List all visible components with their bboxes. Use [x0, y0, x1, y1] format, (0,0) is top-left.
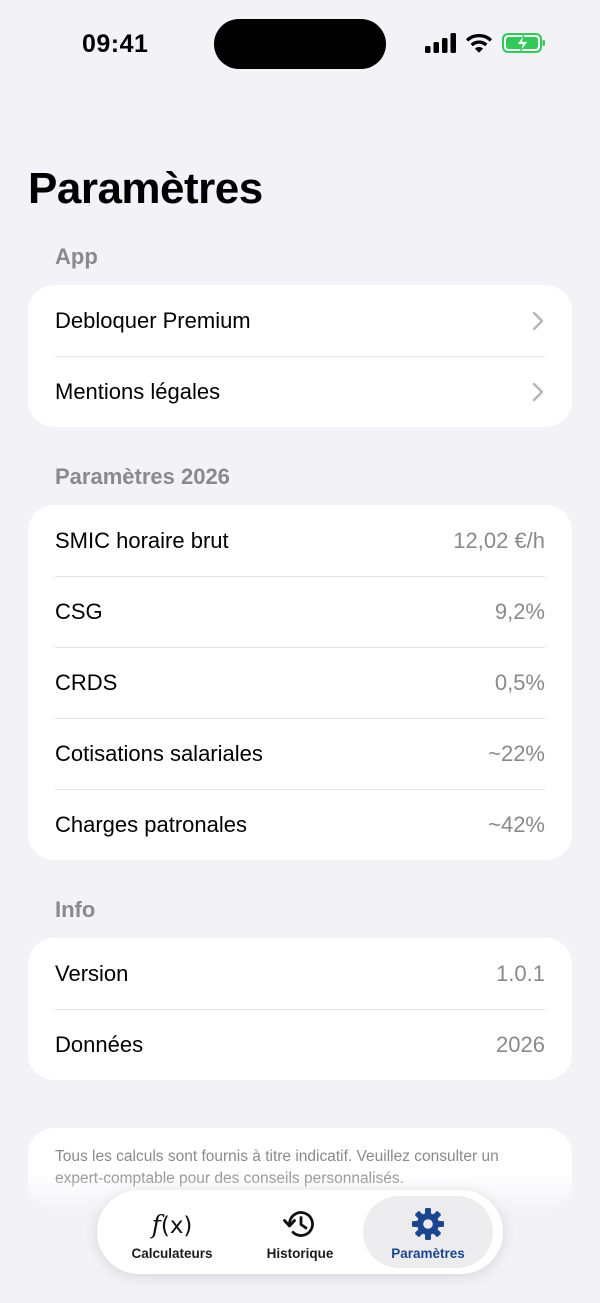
status-bar: 09:41	[0, 0, 600, 90]
row-value: 1.0.1	[496, 960, 545, 986]
row-label: Charges patronales	[55, 811, 248, 837]
row-label: Cotisations salariales	[55, 740, 263, 766]
charges-patronales-row: Charges patronales ~42%	[28, 789, 572, 860]
tab-label: Historique	[266, 1246, 334, 1261]
section-header-info: Info	[55, 897, 96, 922]
smic-row: SMIC horaire brut 12,02 €/h	[28, 505, 572, 576]
app-card: Debloquer Premium Mentions légales	[28, 285, 572, 427]
row-label: Debloquer Premium	[55, 307, 251, 333]
tab-parametres[interactable]: Paramètres	[363, 1196, 493, 1268]
row-value: ~42%	[488, 811, 545, 837]
mentions-legales-row[interactable]: Mentions légales	[28, 356, 572, 427]
row-value: 9,2%	[494, 598, 545, 624]
chevron-right-icon	[532, 311, 544, 330]
row-label: SMIC horaire brut	[55, 527, 229, 553]
row-value: 0,5%	[494, 669, 545, 695]
params-card: SMIC horaire brut 12,02 €/h CSG 9,2% CRD…	[28, 505, 572, 860]
tab-label: Calculateurs	[131, 1246, 213, 1261]
battery-charging-icon	[502, 33, 545, 53]
row-label: Données	[55, 1031, 144, 1057]
section-header-params: Paramètres 2026	[55, 464, 230, 489]
csg-row: CSG 9,2%	[28, 576, 572, 647]
page-title: Paramètres	[28, 164, 263, 213]
row-label: Mentions légales	[55, 378, 221, 404]
row-label: Version	[55, 960, 129, 986]
status-time: 09:41	[82, 30, 149, 58]
gear-icon	[410, 1206, 446, 1242]
row-value: 2026	[496, 1031, 545, 1057]
tab-calculateurs[interactable]: f(x) Calculateurs	[107, 1196, 237, 1268]
chevron-right-icon	[532, 382, 544, 401]
fx-paren: (x)	[160, 1212, 193, 1239]
crds-row: CRDS 0,5%	[28, 647, 572, 718]
wifi-icon	[466, 34, 492, 53]
row-value: ~22%	[488, 740, 545, 766]
cellular-signal-icon	[425, 33, 456, 53]
row-value: 12,02 €/h	[453, 527, 545, 553]
section-header-app: App	[55, 244, 98, 269]
fx-glyph: f	[151, 1209, 161, 1239]
version-row: Version 1.0.1	[28, 938, 572, 1009]
debloquer-premium-row[interactable]: Debloquer Premium	[28, 285, 572, 356]
row-label: CSG	[55, 598, 103, 624]
tab-bar: f(x) Calculateurs Historique Paramètres	[97, 1190, 503, 1274]
cotisations-salariales-row: Cotisations salariales ~22%	[28, 718, 572, 789]
donnees-row: Données 2026	[28, 1009, 572, 1080]
tab-label: Paramètres	[391, 1246, 465, 1261]
info-card: Version 1.0.1 Données 2026	[28, 938, 572, 1080]
dynamic-island	[214, 19, 386, 69]
tab-historique[interactable]: Historique	[235, 1196, 365, 1268]
history-icon	[282, 1206, 318, 1242]
function-icon: f(x)	[152, 1206, 193, 1242]
row-label: CRDS	[55, 669, 118, 695]
